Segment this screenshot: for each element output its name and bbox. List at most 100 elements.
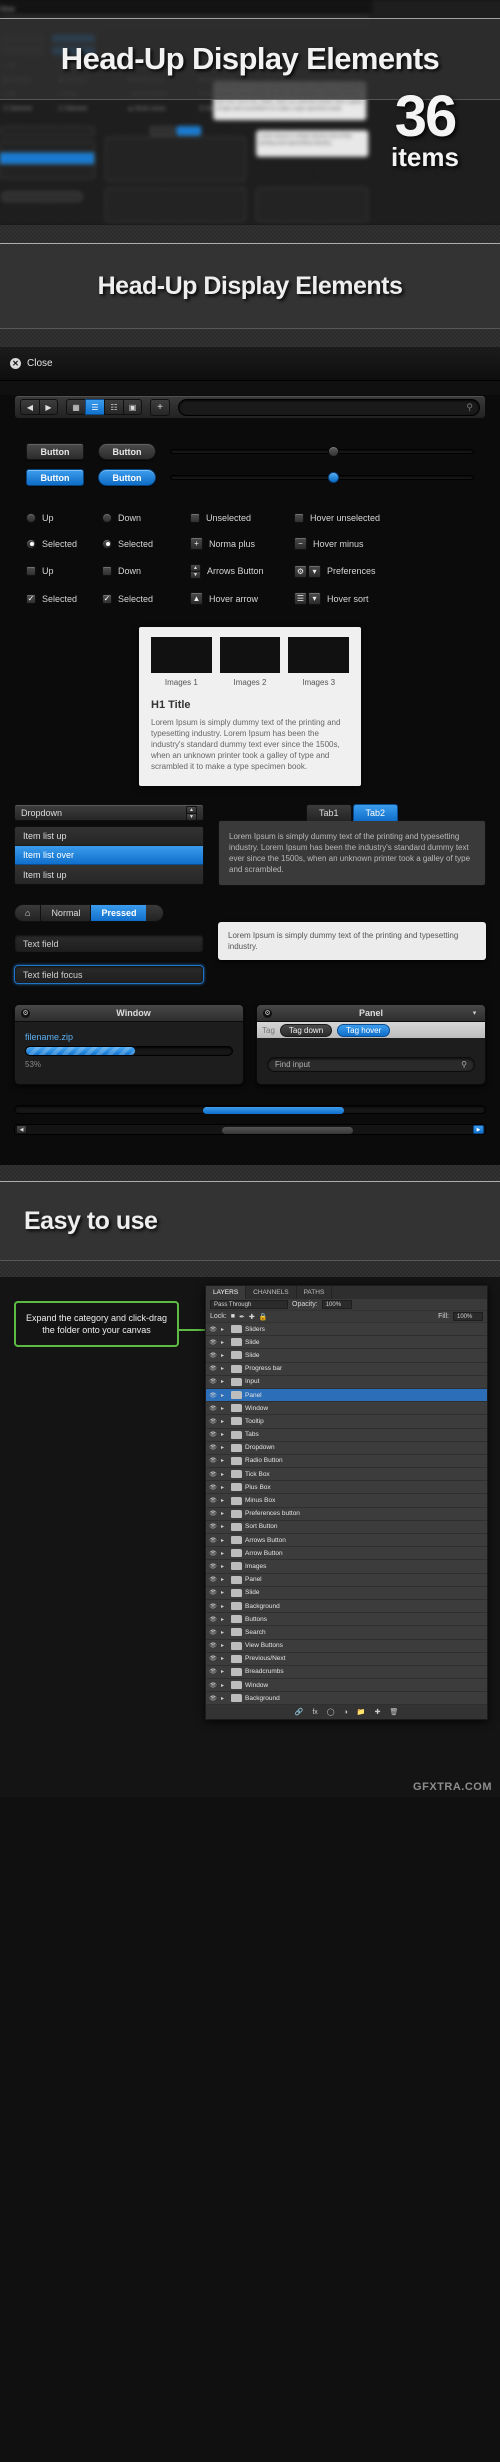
layer-row[interactable]: 👁 ▸ Previous/Next [206, 1652, 487, 1666]
radio-selected-2[interactable]: Selected [102, 538, 190, 549]
checkbox-icon[interactable] [26, 566, 36, 576]
eye-icon[interactable]: 👁 [208, 1537, 218, 1544]
view-mode-segment[interactable]: ▦ ☰ ☷ ▣ [66, 399, 142, 415]
eye-icon[interactable]: 👁 [208, 1378, 218, 1385]
layer-row[interactable]: 👁 ▸ Progress bar [206, 1362, 487, 1376]
list-item[interactable]: Item list up [15, 827, 203, 846]
checkbox-unselected[interactable]: Unselected [190, 513, 294, 523]
layer-row[interactable]: 👁 ▸ Panel [206, 1388, 487, 1403]
new-layer-icon[interactable]: ✚ [375, 1708, 381, 1716]
eye-icon[interactable]: 👁 [208, 1405, 218, 1412]
toggle-pressed[interactable]: Pressed [91, 905, 147, 921]
preferences-button[interactable]: ⚙ ▾ Preferences [294, 564, 474, 578]
link-layers-icon[interactable]: 🔗 [295, 1708, 304, 1716]
eye-icon[interactable]: 👁 [208, 1339, 218, 1346]
disclosure-triangle-icon[interactable]: ▸ [221, 1339, 228, 1346]
layer-row[interactable]: 👁 ▸ Plus Box [206, 1481, 487, 1495]
layer-row[interactable]: 👁 ▸ Arrows Button [206, 1534, 487, 1548]
layer-row[interactable]: 👁 ▸ View Buttons [206, 1639, 487, 1653]
disclosure-triangle-icon[interactable]: ▸ [221, 1326, 228, 1333]
eye-icon[interactable]: 👁 [208, 1365, 218, 1372]
disclosure-triangle-icon[interactable]: ▸ [221, 1352, 228, 1359]
disclosure-triangle-icon[interactable]: ▸ [221, 1365, 228, 1372]
scrollbar-grey[interactable]: ◀ ▶ [14, 1124, 486, 1135]
eye-icon[interactable]: 👁 [208, 1629, 218, 1636]
tab-channels[interactable]: CHANNELS [246, 1286, 297, 1299]
disclosure-triangle-icon[interactable]: ▸ [221, 1418, 228, 1425]
new-group-icon[interactable]: 📁 [357, 1708, 366, 1716]
radio-down[interactable]: Down [102, 513, 190, 523]
list-item[interactable]: Item list up [15, 865, 203, 884]
layer-row[interactable]: 👁 ▸ Slide [206, 1336, 487, 1350]
close-circle-icon[interactable]: ✕ [10, 358, 21, 369]
list-item[interactable]: Item list over [15, 846, 203, 865]
disclosure-triangle-icon[interactable]: ▸ [221, 1629, 228, 1636]
eye-icon[interactable]: 👁 [208, 1642, 218, 1649]
eye-icon[interactable]: 👁 [208, 1444, 218, 1451]
sort-icons[interactable]: ☰ ▾ [294, 592, 321, 605]
layer-row[interactable]: 👁 ▸ Input [206, 1375, 487, 1389]
checkbox-selected-2[interactable]: ✓ Selected [102, 593, 190, 604]
chevron-down-icon[interactable]: ▾ [470, 1009, 479, 1018]
grid-view-icon[interactable]: ▦ [66, 399, 85, 415]
disclosure-triangle-icon[interactable]: ▸ [221, 1457, 228, 1464]
disclosure-triangle-icon[interactable]: ▸ [221, 1405, 228, 1412]
thumbnail-item[interactable]: Images 1 [151, 637, 212, 687]
radio-icon[interactable] [26, 513, 36, 523]
radio-up[interactable]: Up [26, 513, 102, 523]
checkbox-up[interactable]: Up [26, 566, 102, 576]
square-button-normal[interactable]: Button [26, 443, 84, 460]
lock-brush-icon[interactable]: ✒ [239, 1313, 245, 1321]
eye-icon[interactable]: 👁 [208, 1457, 218, 1464]
radio-icon[interactable] [102, 513, 112, 523]
stepper-arrows-icon[interactable]: ▲ ▼ [190, 564, 201, 579]
list-view-icon[interactable]: ☰ [85, 399, 104, 415]
thumbnail-item[interactable]: Images 2 [219, 637, 281, 687]
eye-icon[interactable]: 👁 [208, 1510, 218, 1517]
slider-knob[interactable] [328, 472, 340, 483]
tab-layers[interactable]: LAYERS [206, 1286, 247, 1299]
layer-row[interactable]: 👁 ▸ Preferences button [206, 1507, 487, 1521]
layer-row[interactable]: 👁 ▸ Search [206, 1626, 487, 1640]
toggle-normal[interactable]: Normal [41, 905, 92, 921]
disclosure-triangle-icon[interactable]: ▸ [221, 1471, 228, 1478]
coverflow-view-icon[interactable]: ▣ [123, 399, 142, 415]
eye-icon[interactable]: 👁 [208, 1655, 218, 1662]
tag-hover-button[interactable]: Tag hover [337, 1023, 391, 1037]
close-bar[interactable]: ✕ Close [0, 347, 500, 381]
radio-icon[interactable] [102, 538, 112, 549]
layer-row[interactable]: 👁 ▸ Buttons [206, 1613, 487, 1627]
disclosure-triangle-icon[interactable]: ▸ [221, 1563, 228, 1570]
tab-1[interactable]: Tab1 [305, 804, 352, 821]
eye-icon[interactable]: 👁 [208, 1431, 218, 1438]
find-input[interactable]: Find input ⚲ [267, 1057, 475, 1072]
disclosure-triangle-icon[interactable]: ▸ [221, 1392, 228, 1399]
column-view-icon[interactable]: ☷ [104, 399, 123, 415]
eye-icon[interactable]: 👁 [208, 1497, 218, 1504]
checkbox-icon[interactable] [102, 566, 112, 576]
layer-row[interactable]: 👁 ▸ Background [206, 1692, 487, 1706]
slider-knob[interactable] [328, 446, 340, 457]
fx-icon[interactable]: fx [312, 1709, 317, 1716]
search-input[interactable]: ⚲ [178, 398, 480, 416]
sort-icon[interactable]: ☰ [294, 592, 307, 605]
lock-all-icon[interactable]: 🔒 [259, 1313, 268, 1321]
gear-icon[interactable]: ⚙ [21, 1008, 30, 1018]
eye-icon[interactable]: 👁 [208, 1523, 218, 1530]
layer-row[interactable]: 👁 ▸ Sliders [206, 1323, 487, 1337]
minus-box-icon[interactable]: − [294, 537, 307, 550]
opacity-value[interactable]: 100% [321, 1300, 352, 1309]
text-field-focus[interactable]: Text field focus [14, 965, 204, 984]
layer-row[interactable]: 👁 ▸ Arrow Button [206, 1547, 487, 1561]
chevron-down-icon[interactable]: ▾ [308, 564, 321, 578]
layer-row[interactable]: 👁 ▸ Panel [206, 1573, 487, 1587]
disclosure-triangle-icon[interactable]: ▸ [221, 1537, 228, 1544]
layer-row[interactable]: 👁 ▸ Tabs [206, 1428, 487, 1442]
tag-down-button[interactable]: Tag down [279, 1023, 333, 1037]
disclosure-triangle-icon[interactable]: ▸ [221, 1616, 228, 1623]
arrow-left-icon[interactable]: ◀ [16, 1125, 27, 1134]
plus-icon[interactable]: + [150, 398, 170, 416]
disclosure-triangle-icon[interactable]: ▸ [221, 1668, 228, 1675]
disclosure-triangle-icon[interactable]: ▸ [221, 1642, 228, 1649]
scrollbar-blue[interactable] [14, 1105, 486, 1114]
